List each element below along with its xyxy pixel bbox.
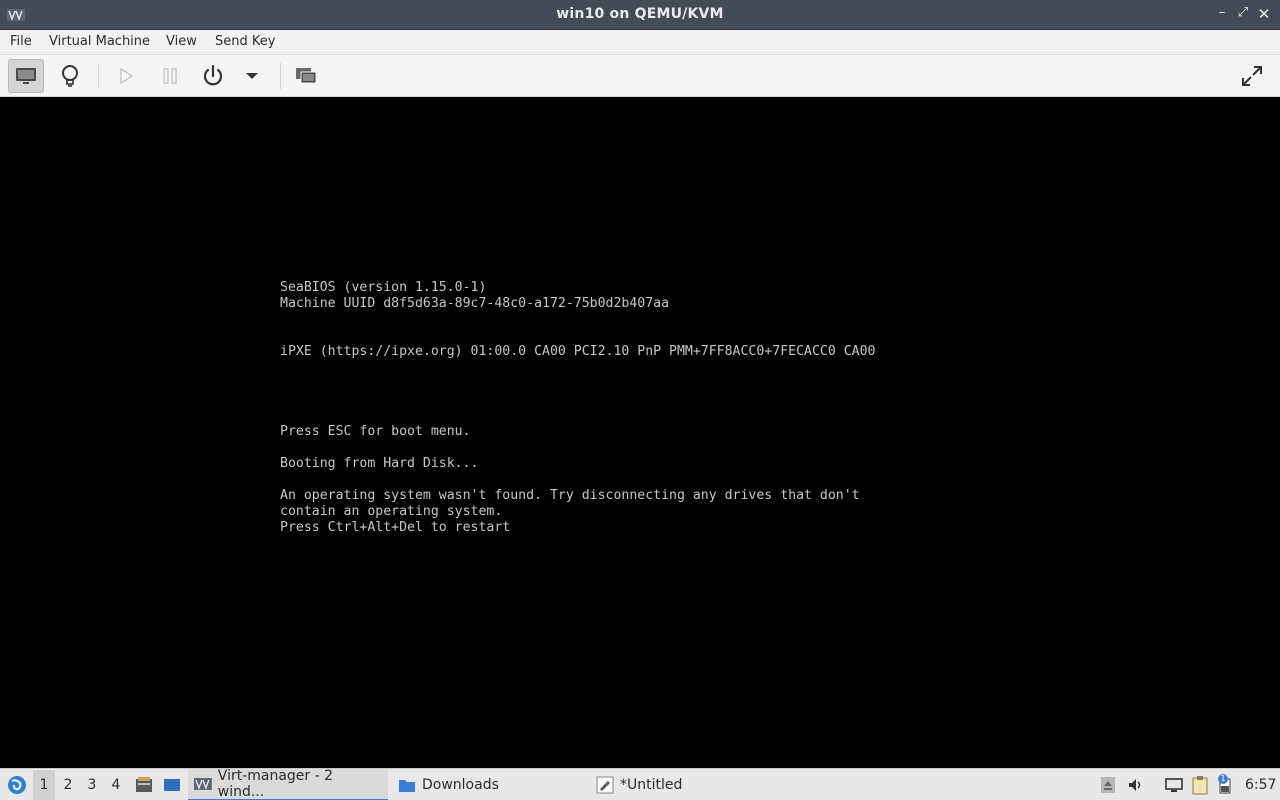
task-downloads[interactable]: Downloads <box>392 769 588 800</box>
folder-icon <box>399 780 415 792</box>
fullscreen-icon <box>1242 66 1262 86</box>
toolbar <box>0 55 1280 97</box>
pause-button[interactable] <box>152 59 188 93</box>
minimize-button[interactable]: – <box>1214 5 1230 23</box>
task-label: Downloads <box>422 777 499 793</box>
snapshots-icon <box>296 68 317 84</box>
console-line: Machine UUID d8f5d63a-89c7-48c0-a172-75b… <box>280 296 670 311</box>
task-label: *Untitled <box>620 777 683 793</box>
eject-tray-icon[interactable] <box>1098 769 1118 800</box>
toolbar-separator <box>98 63 99 89</box>
pause-icon <box>163 68 177 84</box>
workspace-1[interactable]: 1 <box>33 770 55 800</box>
notification-tray-icon[interactable]: 1 <box>1214 769 1236 800</box>
notification-badge: 1 <box>1218 774 1228 784</box>
console-line: iPXE (https://ipxe.org) 01:00.0 CA00 PCI… <box>280 344 876 359</box>
file-manager-icon <box>136 777 152 792</box>
workspace-3[interactable]: 3 <box>81 769 103 800</box>
taskbar: 1 2 3 4 Virt-manager - 2 wind... Downloa… <box>0 768 1280 800</box>
clock[interactable]: 6:57 <box>1245 769 1276 800</box>
menu-virtual-machine[interactable]: Virtual Machine <box>49 34 150 49</box>
menu-file[interactable]: File <box>10 34 32 49</box>
start-menu-button[interactable] <box>4 769 30 800</box>
show-console-button[interactable] <box>8 59 44 93</box>
clipboard-tray-icon[interactable] <box>1190 769 1210 800</box>
network-icon <box>1165 778 1183 792</box>
console-text: SeaBIOS (version 1.15.0-1) Machine UUID d… <box>280 280 875 536</box>
console-line: Booting from Hard Disk... <box>280 456 479 471</box>
clipboard-icon <box>1192 776 1208 795</box>
lxqt-logo-icon <box>8 776 26 794</box>
shutdown-menu-button[interactable] <box>234 59 270 93</box>
file-manager-launcher[interactable] <box>133 769 155 800</box>
volume-icon <box>1129 779 1141 791</box>
fullscreen-button[interactable] <box>1234 59 1270 93</box>
task-untitled[interactable]: *Untitled <box>590 769 786 800</box>
show-details-button[interactable] <box>52 59 88 93</box>
maximize-button[interactable]: ⤢ <box>1235 5 1251 23</box>
task-label: Virt-manager - 2 wind... <box>217 768 334 800</box>
task-virt-manager[interactable]: Virt-manager - 2 wind... <box>188 768 388 800</box>
show-desktop-button[interactable] <box>161 769 183 800</box>
menu-view[interactable]: View <box>166 34 197 49</box>
shutdown-button[interactable] <box>195 59 231 93</box>
text-editor-icon <box>596 776 614 794</box>
snapshots-button[interactable] <box>288 59 324 93</box>
console-line: Press Ctrl+Alt+Del to restart <box>280 520 511 535</box>
eject-icon <box>1101 777 1115 793</box>
window-title: win10 on QEMU/KVM <box>556 6 724 22</box>
menu-bar: File Virtual Machine View Send Key <box>0 30 1280 55</box>
monitor-icon <box>16 68 36 84</box>
window-titlebar[interactable]: win10 on QEMU/KVM – ⤢ ✕ <box>0 0 1280 30</box>
network-tray-icon[interactable] <box>1164 769 1184 800</box>
workspace-4[interactable]: 4 <box>105 769 127 800</box>
close-button[interactable]: ✕ <box>1256 5 1272 23</box>
menu-send-key[interactable]: Send Key <box>215 34 275 49</box>
virt-manager-icon <box>194 778 212 790</box>
desktop-icon <box>164 779 180 791</box>
lightbulb-icon <box>62 65 78 87</box>
workspace-2[interactable]: 2 <box>57 769 79 800</box>
chevron-down-icon <box>246 73 258 79</box>
play-icon <box>120 67 134 85</box>
power-icon <box>203 64 223 86</box>
console-line: SeaBIOS (version 1.15.0-1) <box>280 280 487 295</box>
console-line: Press ESC for boot menu. <box>280 424 471 439</box>
volume-tray-icon[interactable] <box>1126 769 1146 800</box>
vm-console[interactable]: SeaBIOS (version 1.15.0-1) Machine UUID d… <box>2 97 1278 768</box>
console-line: contain an operating system. <box>280 504 503 519</box>
run-button[interactable] <box>108 59 144 93</box>
toolbar-separator <box>280 63 281 89</box>
console-line: An operating system wasn't found. Try di… <box>280 488 860 503</box>
